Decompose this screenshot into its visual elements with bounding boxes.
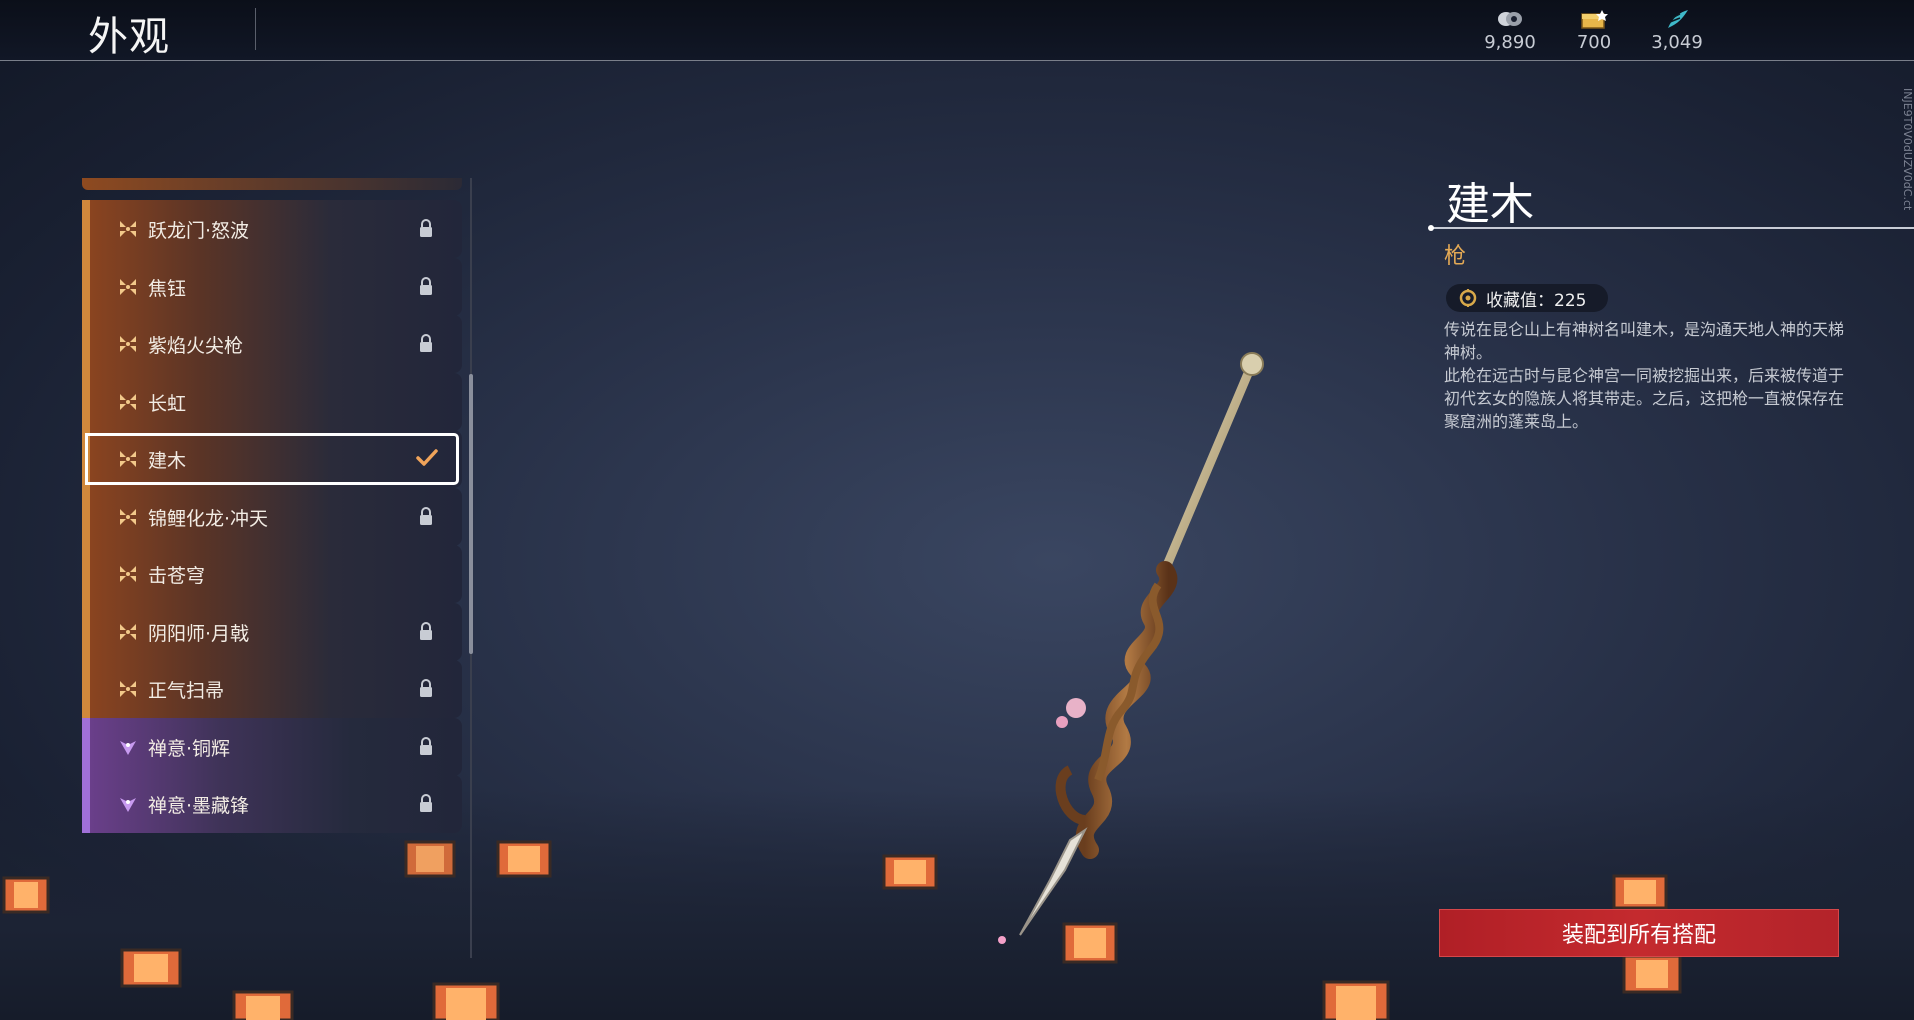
lock-icon bbox=[420, 737, 432, 755]
skin-list-item-label: 禅意·铜辉 bbox=[148, 738, 231, 760]
currency-chest-value: 700 bbox=[1576, 32, 1612, 53]
skin-list-item-label: 锦鲤化龙·冲天 bbox=[148, 508, 269, 530]
gold-rarity-icon bbox=[120, 451, 136, 467]
lock-icon bbox=[420, 622, 432, 640]
collection-icon bbox=[1459, 289, 1477, 307]
lock-icon bbox=[420, 277, 432, 295]
gold-rarity-icon bbox=[120, 509, 136, 525]
lantern-decoration bbox=[2, 876, 50, 914]
skin-list-item[interactable]: 紫焰火尖枪 bbox=[82, 315, 462, 373]
top-bar: 外观 9,890 700 3,049 bbox=[0, 0, 1914, 61]
skin-list-item[interactable]: 阴阳师·月戟 bbox=[82, 603, 462, 661]
item-type: 枪 bbox=[1444, 244, 1467, 269]
currency-feather-value: 3,049 bbox=[1651, 32, 1703, 53]
skin-list-item-label: 建木 bbox=[148, 450, 187, 472]
skin-list-item-label: 紫焰火尖枪 bbox=[148, 335, 244, 357]
skin-list-item-label: 正气扫帚 bbox=[148, 680, 225, 702]
skin-list-item[interactable]: 锦鲤化龙·冲天 bbox=[82, 488, 462, 546]
gold-rarity-icon bbox=[120, 279, 136, 295]
skin-list-item-label: 击苍穹 bbox=[148, 565, 206, 587]
equipped-check-icon bbox=[416, 449, 438, 466]
lantern-decoration bbox=[232, 990, 294, 1020]
purple-rarity-icon bbox=[120, 741, 136, 755]
item-name: 建木 bbox=[1446, 179, 1534, 230]
item-description: 传说在昆仑山上有神树名叫建木，是沟通天地人神的天梯神树。 此枪在远古时与昆仑神宫… bbox=[1444, 318, 1846, 433]
skin-list-item-label: 阴阳师·月戟 bbox=[148, 623, 250, 645]
skin-list-item-label: 长虹 bbox=[148, 393, 187, 415]
lantern-decoration bbox=[1322, 980, 1390, 1020]
description-paragraph: 此枪在远古时与昆仑神宫一同被挖掘出来，后来被传道于初代玄女的隐族人将其带走。之后… bbox=[1444, 366, 1845, 431]
skin-list-item-label: 跃龙门·怒波 bbox=[148, 220, 250, 242]
lantern-decoration bbox=[496, 840, 552, 878]
currency-coins: 9,890 bbox=[1470, 8, 1550, 53]
lock-icon bbox=[420, 334, 432, 352]
currency-chest: 700 bbox=[1554, 8, 1634, 53]
chest-icon bbox=[1554, 8, 1634, 30]
lock-icon bbox=[420, 679, 432, 697]
currency-coins-value: 9,890 bbox=[1484, 32, 1536, 53]
lantern-decoration bbox=[882, 854, 938, 890]
skin-list-item[interactable]: 跃龙门·怒波 bbox=[82, 200, 462, 258]
gold-rarity-icon bbox=[120, 221, 136, 237]
purple-rarity-icon bbox=[120, 798, 136, 812]
skin-list-item-label: 焦钰 bbox=[148, 278, 187, 300]
lock-icon bbox=[420, 507, 432, 525]
divider-dot bbox=[1428, 225, 1434, 231]
side-watermark-text: INJE9T0V0dUZV0dC.ct bbox=[1902, 88, 1914, 211]
gold-rarity-icon bbox=[120, 681, 136, 697]
skin-list-item[interactable]: 正气扫帚 bbox=[82, 660, 462, 718]
skin-list-item[interactable]: 长虹 bbox=[82, 373, 462, 431]
equip-to-all-button[interactable]: 装配到所有搭配 bbox=[1439, 909, 1839, 957]
lock-icon bbox=[420, 794, 432, 812]
skin-list-item[interactable]: 焦钰 bbox=[82, 258, 462, 316]
lantern-decoration bbox=[1612, 874, 1668, 910]
gold-rarity-icon bbox=[120, 566, 136, 582]
skin-list-item[interactable]: 禅意·墨藏锋 bbox=[82, 775, 462, 833]
list-scrollbar-thumb[interactable] bbox=[469, 374, 473, 654]
lock-icon bbox=[420, 219, 432, 237]
skin-list-item[interactable]: 击苍穹 bbox=[82, 545, 462, 603]
item-name-divider bbox=[1430, 227, 1914, 229]
collection-value-text: 收藏值：225 bbox=[1486, 290, 1587, 311]
skin-list: 跃龙门·怒波 焦钰紫焰火尖枪长虹建木锦鲤化龙·冲天 击苍穹阴阳师·月戟 正气扫帚禅意·… bbox=[82, 178, 462, 958]
lantern-decoration bbox=[432, 982, 500, 1020]
description-paragraph: 传说在昆仑山上有神树名叫建木，是沟通天地人神的天梯神树。 bbox=[1444, 320, 1845, 362]
skin-list-item-label: 禅意·墨藏锋 bbox=[148, 795, 250, 817]
spear-model-image bbox=[998, 352, 1264, 944]
skin-list-item[interactable]: 建木 bbox=[82, 430, 462, 488]
currency-feather: 3,049 bbox=[1637, 8, 1717, 53]
skin-list-item[interactable]: 禅意·铜辉 bbox=[82, 718, 462, 776]
collection-value-badge: 收藏值：225 bbox=[1446, 284, 1609, 312]
gold-rarity-icon bbox=[120, 336, 136, 352]
lantern-decoration bbox=[1062, 922, 1118, 964]
gold-rarity-icon bbox=[120, 394, 136, 410]
title-divider bbox=[255, 8, 256, 50]
feather-token-icon bbox=[1637, 8, 1717, 30]
coin-stack-icon bbox=[1470, 8, 1550, 30]
gold-rarity-icon bbox=[120, 624, 136, 640]
page-title: 外观 bbox=[88, 14, 170, 60]
